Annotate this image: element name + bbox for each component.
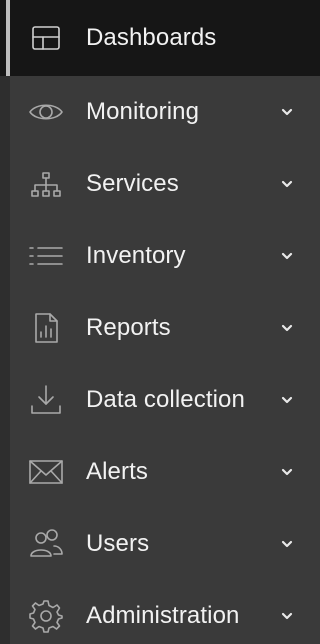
- users-icon: [27, 525, 65, 563]
- report-icon: [27, 309, 65, 347]
- sidebar-item-reports[interactable]: Reports: [0, 292, 320, 364]
- sidebar-item-monitoring[interactable]: Monitoring: [0, 76, 320, 148]
- list-icon: [27, 237, 65, 275]
- chevron-down-icon[interactable]: [280, 465, 294, 479]
- download-icon: [27, 381, 65, 419]
- sidebar-item-administration[interactable]: Administration: [0, 580, 320, 644]
- sidebar-item-label: Alerts: [86, 458, 148, 485]
- sidebar-item-label: Monitoring: [86, 98, 200, 125]
- sidebar-item-label: Data collection: [86, 386, 245, 413]
- chevron-down-icon[interactable]: [280, 537, 294, 551]
- gear-icon: [27, 597, 65, 635]
- sidebar-nav: Dashboards Monitoring Services Inventory…: [0, 0, 320, 644]
- envelope-icon: [27, 453, 65, 491]
- sidebar-item-data-collection[interactable]: Data collection: [0, 364, 320, 436]
- chevron-down-icon[interactable]: [280, 321, 294, 335]
- chevron-down-icon[interactable]: [280, 393, 294, 407]
- eye-icon: [27, 93, 65, 131]
- hierarchy-icon: [27, 165, 65, 203]
- sidebar-menu: Dashboards Monitoring Services Inventory…: [0, 0, 320, 644]
- sidebar-item-label: Services: [86, 170, 179, 197]
- chevron-down-icon[interactable]: [280, 105, 294, 119]
- sidebar-item-label: Users: [86, 530, 150, 557]
- chevron-down-icon[interactable]: [280, 177, 294, 191]
- sidebar-item-label: Reports: [86, 314, 171, 341]
- sidebar-item-inventory[interactable]: Inventory: [0, 220, 320, 292]
- sidebar-item-label: Inventory: [86, 242, 186, 269]
- sidebar-item-services[interactable]: Services: [0, 148, 320, 220]
- sidebar-item-users[interactable]: Users: [0, 508, 320, 580]
- sidebar-item-alerts[interactable]: Alerts: [0, 436, 320, 508]
- chevron-down-icon[interactable]: [280, 249, 294, 263]
- dashboard-icon: [27, 19, 65, 57]
- sidebar-item-label: Administration: [86, 602, 240, 629]
- chevron-down-icon[interactable]: [280, 609, 294, 623]
- sidebar-item-label: Dashboards: [86, 24, 217, 51]
- sidebar-item-dashboards[interactable]: Dashboards: [0, 0, 320, 76]
